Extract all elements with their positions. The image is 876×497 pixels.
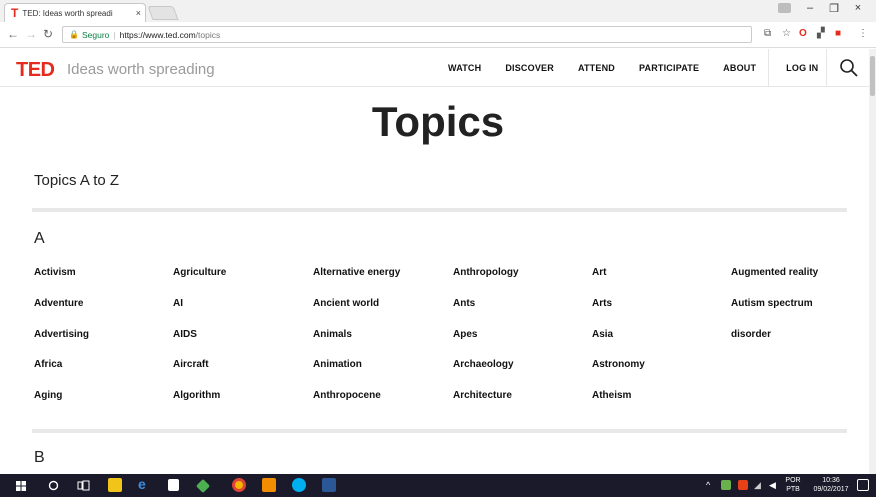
- file-explorer-icon[interactable]: [108, 478, 122, 492]
- address-toolbar: ← → ↻ 🔒 Seguro | https://www.ted.com /to…: [0, 22, 876, 48]
- browser-tab[interactable]: T TED: Ideas worth spreadi ×: [4, 3, 146, 22]
- section-divider: [32, 429, 847, 433]
- word-icon[interactable]: [322, 478, 336, 492]
- topic-empty: [731, 359, 871, 390]
- notification-center-icon[interactable]: [857, 479, 869, 491]
- topic-link[interactable]: Agriculture: [173, 267, 313, 298]
- topic-link[interactable]: Architecture: [453, 390, 592, 421]
- extension-icon[interactable]: ▞: [817, 28, 825, 39]
- topic-link[interactable]: Algorithm: [173, 390, 313, 421]
- url-separator: |: [113, 29, 116, 40]
- reload-icon[interactable]: ↻: [43, 27, 53, 41]
- bookmark-star-icon[interactable]: ☆: [782, 28, 791, 39]
- topic-link[interactable]: Anthropocene: [313, 390, 453, 421]
- topic-link[interactable]: Archaeology: [453, 359, 592, 390]
- topic-link[interactable]: Arts: [592, 298, 731, 329]
- topics-grid-a: Activism Agriculture Alternative energy …: [34, 267, 854, 421]
- nav-watch[interactable]: WATCH: [436, 49, 493, 87]
- extension-red-icon[interactable]: ■: [835, 28, 841, 39]
- url-input[interactable]: 🔒 Seguro | https://www.ted.com /topics: [62, 26, 752, 43]
- windows-taskbar: e ^ ◢ ◀ POR PTB 10:36 09/02/2017: [0, 474, 876, 497]
- back-arrow-icon[interactable]: ←: [7, 27, 19, 41]
- page-title: Topics: [371, 98, 505, 145]
- tab-close-icon[interactable]: ×: [136, 8, 141, 18]
- topic-link[interactable]: Apes: [453, 329, 592, 360]
- ted-tagline: Ideas worth spreading: [67, 61, 215, 78]
- topic-link[interactable]: Adventure: [34, 298, 173, 329]
- topic-link[interactable]: AI: [173, 298, 313, 329]
- topic-link[interactable]: Ancient world: [313, 298, 453, 329]
- topic-link[interactable]: AIDS: [173, 329, 313, 360]
- cortana-search-icon[interactable]: [48, 480, 59, 491]
- language-bottom[interactable]: PTB: [783, 486, 803, 494]
- language-top[interactable]: POR: [783, 477, 803, 485]
- topic-link[interactable]: Africa: [34, 359, 173, 390]
- volume-icon[interactable]: ◀: [769, 481, 776, 490]
- topic-link[interactable]: Atheism: [592, 390, 731, 421]
- lock-icon: 🔒: [69, 30, 79, 39]
- section-divider: [32, 208, 847, 212]
- topic-link[interactable]: Autism spectrum: [731, 298, 871, 329]
- chrome-icon[interactable]: [232, 478, 246, 492]
- minimize-button[interactable]: –: [800, 2, 820, 14]
- main-nav: WATCH DISCOVER ATTEND PARTICIPATE ABOUT …: [436, 49, 835, 87]
- browser-menu-icon[interactable]: ⋮: [858, 28, 868, 39]
- tray-app-icon[interactable]: [721, 480, 731, 490]
- letter-heading-b: B: [34, 449, 45, 466]
- topic-link[interactable]: Aircraft: [173, 359, 313, 390]
- restore-button[interactable]: ❐: [824, 2, 844, 15]
- edge-icon[interactable]: e: [138, 476, 152, 492]
- topic-link[interactable]: Anthropology: [453, 267, 592, 298]
- store-icon[interactable]: [168, 479, 179, 491]
- topic-link[interactable]: Asia: [592, 329, 731, 360]
- opera-extension-icon[interactable]: O: [799, 28, 807, 39]
- clock-date[interactable]: 09/02/2017: [810, 486, 852, 494]
- search-icon: [839, 59, 858, 77]
- new-tab-button[interactable]: [147, 6, 179, 20]
- app-icon[interactable]: [195, 478, 211, 494]
- secure-label: Seguro: [81, 29, 110, 40]
- search-button[interactable]: [826, 49, 870, 87]
- topic-link[interactable]: Advertising: [34, 329, 173, 360]
- topic-link[interactable]: Animation: [313, 359, 453, 390]
- topic-link[interactable]: Astronomy: [592, 359, 731, 390]
- nav-about[interactable]: ABOUT: [711, 49, 768, 87]
- task-view-icon[interactable]: [77, 480, 90, 491]
- tray-antivirus-icon[interactable]: [738, 480, 748, 490]
- topic-link[interactable]: Animals: [313, 329, 453, 360]
- topic-link[interactable]: Ants: [453, 298, 592, 329]
- network-icon[interactable]: ◢: [754, 481, 761, 490]
- site-header: TED Ideas worth spreading WATCH DISCOVER…: [0, 49, 876, 87]
- topic-link[interactable]: Aging: [34, 390, 173, 421]
- close-window-button[interactable]: ×: [848, 2, 868, 14]
- nav-attend[interactable]: ATTEND: [566, 49, 627, 87]
- nav-discover[interactable]: DISCOVER: [493, 49, 566, 87]
- forward-arrow-icon[interactable]: →: [25, 27, 37, 41]
- windows-start-icon[interactable]: [16, 481, 26, 491]
- nav-participate[interactable]: PARTICIPATE: [627, 49, 711, 87]
- url-path: /topics: [195, 29, 221, 40]
- topic-link[interactable]: Art: [592, 267, 731, 298]
- translate-icon[interactable]: ⧉: [764, 28, 771, 39]
- clock-time[interactable]: 10:36: [810, 477, 852, 485]
- user-profile-icon[interactable]: [778, 3, 791, 13]
- topics-a-to-z-heading: Topics A to Z: [34, 172, 120, 189]
- tray-chevron-icon[interactable]: ^: [706, 481, 710, 490]
- scrollbar-thumb[interactable]: [870, 56, 875, 96]
- photos-icon[interactable]: [262, 478, 276, 492]
- url-host: https://www.ted.com: [119, 29, 196, 40]
- topic-link[interactable]: Augmented reality: [731, 267, 871, 298]
- ted-favicon-icon: T: [11, 6, 19, 20]
- ted-logo[interactable]: TED: [16, 59, 55, 82]
- topic-link[interactable]: Activism: [34, 267, 173, 298]
- topic-link[interactable]: disorder: [731, 329, 871, 360]
- tab-title: TED: Ideas worth spreadi: [22, 8, 113, 18]
- browser-tab-strip: T TED: Ideas worth spreadi × – ❐ ×: [0, 0, 876, 22]
- skype-icon[interactable]: [292, 478, 306, 492]
- topic-link[interactable]: Alternative energy: [313, 267, 453, 298]
- topic-empty: [731, 390, 871, 421]
- letter-heading-a: A: [34, 230, 45, 247]
